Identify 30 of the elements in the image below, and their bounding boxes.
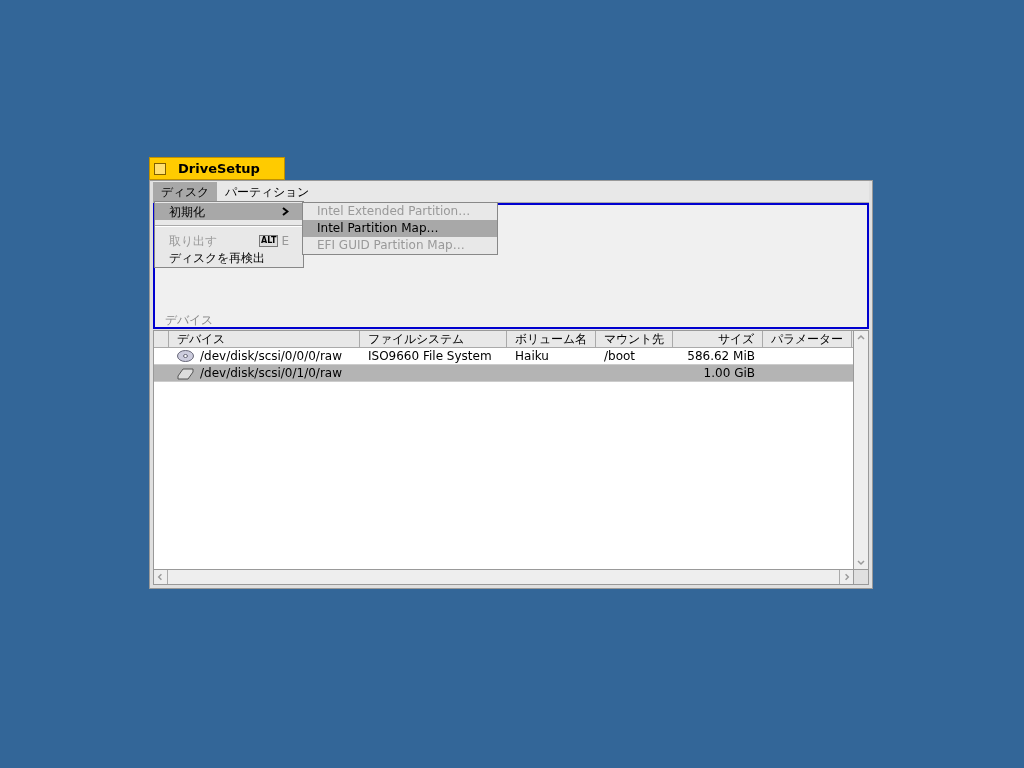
modifier-key: ALT	[259, 234, 279, 247]
chevron-right-icon	[282, 207, 289, 216]
resize-grip-icon[interactable]	[854, 569, 868, 584]
column-header[interactable]: ボリューム名	[507, 331, 596, 347]
column-header[interactable]: パラメーター	[763, 331, 852, 347]
table-cell-text: Haiku	[515, 348, 549, 365]
table-row[interactable]: /dev/disk/scsi/0/0/0/raw ISO9660 File System Haiku /boot 586.62 MiB	[154, 348, 853, 365]
table-cell-text: /boot	[604, 348, 636, 365]
table-cell-text: /dev/disk/scsi/0/1/0/raw	[200, 365, 342, 382]
menu-title[interactable]: ディスク	[153, 181, 217, 202]
table-cell-text: ISO9660 File System	[368, 348, 492, 365]
column-header[interactable]: ファイルシステム	[360, 331, 507, 347]
table-cell-text: 586.62 MiB	[687, 348, 755, 365]
column-header[interactable]: マウント先	[596, 331, 673, 347]
column-header[interactable]: サイズ	[673, 331, 763, 347]
cd-icon	[177, 350, 194, 362]
horizontal-scrollbar[interactable]	[154, 569, 853, 584]
menu-title[interactable]: パーティション	[217, 181, 317, 202]
vertical-scrollbar[interactable]	[854, 331, 868, 569]
menu-item[interactable]: ディスクを再検出	[155, 249, 303, 266]
close-button[interactable]	[154, 162, 166, 175]
menu-item[interactable]: Intel Partition Map…	[303, 220, 497, 237]
table-row[interactable]: /dev/disk/scsi/0/1/0/raw 1.00 GiB	[154, 365, 853, 382]
column-header[interactable]: デバイス	[169, 331, 360, 347]
window-title: DriveSetup	[178, 159, 260, 178]
map-label: デバイス	[165, 313, 213, 327]
table-cell-text: /dev/disk/scsi/0/0/0/raw	[200, 348, 342, 365]
table-cell-text: 1.00 GiB	[703, 365, 755, 382]
menu-item[interactable]: 初期化	[155, 203, 303, 220]
menu-shortcut: E	[281, 232, 289, 250]
